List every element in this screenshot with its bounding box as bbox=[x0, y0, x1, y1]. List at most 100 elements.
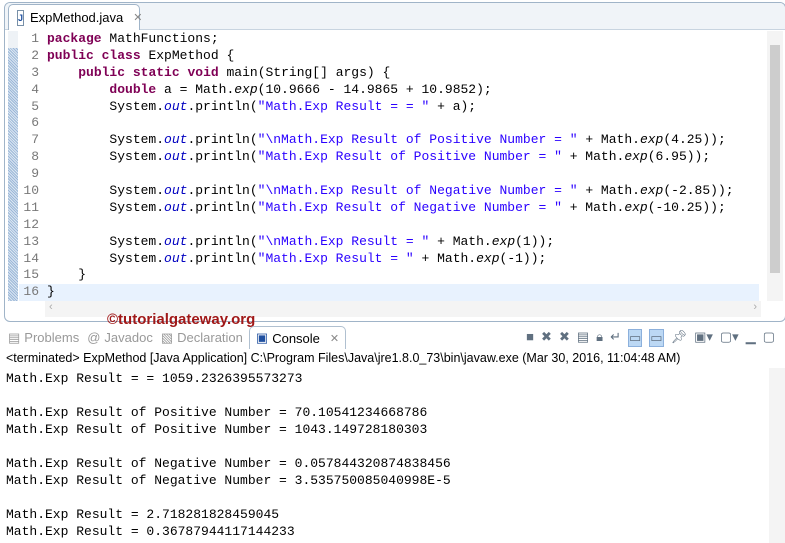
line-number: 3 bbox=[31, 64, 39, 80]
code-line[interactable]: 10 System.out.println("\nMath.Exp Result… bbox=[19, 183, 759, 200]
pin-console-icon[interactable]: 📌︎ bbox=[671, 329, 688, 347]
clear-console-icon[interactable]: ▤ bbox=[577, 329, 589, 347]
console-line: Math.Exp Result of Negative Number = 0.0… bbox=[6, 456, 451, 471]
vertical-scrollbar[interactable] bbox=[767, 31, 783, 301]
declaration-icon: ▧ bbox=[160, 329, 174, 345]
code-token: out bbox=[164, 250, 188, 266]
line-number: 9 bbox=[31, 166, 39, 182]
code-token: + Math. bbox=[413, 250, 477, 266]
line-number: 15 bbox=[23, 267, 39, 283]
code-token: System. bbox=[47, 250, 165, 266]
code-token: void bbox=[187, 64, 219, 80]
line-number: 4 bbox=[31, 81, 39, 97]
tab-declaration[interactable]: ▧ Declaration bbox=[161, 330, 243, 346]
code-token: out bbox=[164, 233, 188, 249]
code-line[interactable]: 3 public static void main(String[] args)… bbox=[19, 65, 759, 82]
console-line: Math.Exp Result = 0.36787944117144233 bbox=[6, 524, 295, 539]
code-token: "Math.Exp Result = = " bbox=[257, 98, 430, 114]
console-toolbar: ■ ✖ ✖ ▤ 🔒︎ ↵ ▭ ▭ 📌︎ ▣▾ ▢▾ ▁ ▢ bbox=[526, 329, 775, 347]
tab-console[interactable]: ▣ Console ✕ bbox=[248, 326, 347, 349]
line-number: 8 bbox=[31, 149, 39, 165]
code-token: .println( bbox=[187, 199, 258, 215]
code-token: double bbox=[109, 81, 157, 97]
code-token: + Math. bbox=[561, 149, 625, 165]
views-tab-bar: ▤ Problems @ Javadoc ▧ Declaration ▣ Console… bbox=[0, 325, 785, 350]
code-token: package bbox=[47, 31, 102, 46]
code-line[interactable]: 13 System.out.println("\nMath.Exp Result… bbox=[19, 234, 759, 251]
code-token: "Math.Exp Result = " bbox=[257, 250, 414, 266]
code-token: exp bbox=[624, 199, 648, 215]
console-line: Math.Exp Result = = 1059.2326395573273 bbox=[6, 371, 303, 386]
line-number: 6 bbox=[31, 115, 39, 131]
show-on-stderr-icon[interactable]: ▭ bbox=[649, 329, 664, 347]
code-line[interactable]: 4 double a = Math.exp(10.9666 - 14.9865 … bbox=[19, 82, 759, 99]
code-token: "\nMath.Exp Result of Positive Number = … bbox=[257, 132, 578, 148]
editor-tab[interactable]: J ExpMethod.java ✕ bbox=[8, 4, 142, 30]
line-number: 14 bbox=[23, 250, 39, 266]
close-icon[interactable]: ✕ bbox=[330, 332, 339, 345]
code-token: ExpMethod { bbox=[140, 47, 235, 63]
open-console-icon[interactable]: ▢▾ bbox=[720, 329, 739, 347]
code-line[interactable]: 6 bbox=[19, 115, 759, 132]
code-token: System. bbox=[47, 233, 165, 249]
maximize-icon[interactable]: ▢ bbox=[763, 329, 775, 347]
code-token: } bbox=[47, 284, 55, 300]
code-line[interactable]: 16} bbox=[19, 284, 759, 302]
code-token: (-10.25)); bbox=[647, 199, 726, 215]
code-line[interactable]: 1 package MathFunctions; bbox=[19, 31, 759, 48]
code-token: (-2.85)); bbox=[663, 183, 734, 199]
code-token: (1)); bbox=[515, 233, 555, 249]
editor-panel: J ExpMethod.java ✕ 1 package MathFunction… bbox=[4, 2, 785, 322]
remove-all-launches-icon[interactable]: ✖ bbox=[559, 329, 570, 347]
code-token: out bbox=[164, 183, 188, 199]
code-token: public bbox=[78, 64, 126, 80]
code-area[interactable]: 1 package MathFunctions; 2 public class Exp… bbox=[19, 31, 759, 302]
code-token: exp bbox=[234, 81, 258, 97]
scroll-lock-icon[interactable]: 🔒︎ bbox=[596, 329, 603, 347]
code-line[interactable]: 5 System.out.println("Math.Exp Result = … bbox=[19, 99, 759, 116]
code-token: + a); bbox=[429, 98, 477, 114]
code-token: .println( bbox=[187, 149, 258, 165]
code-token: System. bbox=[47, 132, 165, 148]
code-token: out bbox=[164, 132, 188, 148]
code-line[interactable]: 8 System.out.println("Math.Exp Result of… bbox=[19, 149, 759, 166]
minimize-icon[interactable]: ▁ bbox=[746, 329, 756, 347]
word-wrap-icon[interactable]: ↵ bbox=[610, 329, 621, 347]
remove-launch-icon[interactable]: ✖ bbox=[541, 329, 552, 347]
code-line[interactable]: 2 public class ExpMethod { bbox=[19, 48, 759, 65]
code-line[interactable]: 15 } bbox=[19, 267, 759, 284]
code-token: class bbox=[101, 47, 141, 63]
code-token: "Math.Exp Result of Negative Number = " bbox=[257, 199, 562, 215]
code-line[interactable]: 7 System.out.println("\nMath.Exp Result … bbox=[19, 132, 759, 149]
code-token: + Math. bbox=[577, 132, 640, 148]
code-token: + Math. bbox=[429, 233, 492, 249]
code-line[interactable]: 11 System.out.println("Math.Exp Result o… bbox=[19, 200, 759, 217]
close-icon[interactable]: ✕ bbox=[133, 11, 142, 24]
code-token: (-1)); bbox=[499, 250, 547, 266]
terminate-icon[interactable]: ■ bbox=[526, 329, 534, 347]
display-console-icon[interactable]: ▣▾ bbox=[694, 329, 713, 347]
tab-problems[interactable]: ▤ Problems bbox=[8, 330, 79, 346]
code-token: System. bbox=[47, 149, 165, 165]
line-number: 10 bbox=[23, 183, 39, 199]
code-token: exp bbox=[639, 132, 664, 148]
code-token: .println( bbox=[187, 132, 258, 148]
line-number: 16 bbox=[23, 284, 39, 300]
console-line: Math.Exp Result of Positive Number = 70.… bbox=[6, 405, 428, 420]
code-token: MathFunctions; bbox=[101, 31, 219, 46]
code-token: .println( bbox=[187, 183, 258, 199]
console-output[interactable]: Math.Exp Result = = 1059.2326395573273 Ma… bbox=[6, 370, 451, 540]
show-on-stdout-icon[interactable]: ▭ bbox=[627, 329, 643, 347]
code-line[interactable]: 12 bbox=[19, 217, 759, 234]
code-line[interactable]: 9 bbox=[19, 166, 759, 183]
javadoc-icon: @ bbox=[87, 330, 101, 345]
code-token: + Math. bbox=[561, 199, 625, 215]
console-scrollbar[interactable] bbox=[769, 368, 785, 543]
line-number: 2 bbox=[31, 47, 39, 63]
code-token: "\nMath.Exp Result of Negative Number = … bbox=[257, 183, 578, 199]
code-line[interactable]: 14 System.out.println("Math.Exp Result =… bbox=[19, 251, 759, 268]
tab-javadoc[interactable]: @ Javadoc bbox=[87, 330, 153, 345]
